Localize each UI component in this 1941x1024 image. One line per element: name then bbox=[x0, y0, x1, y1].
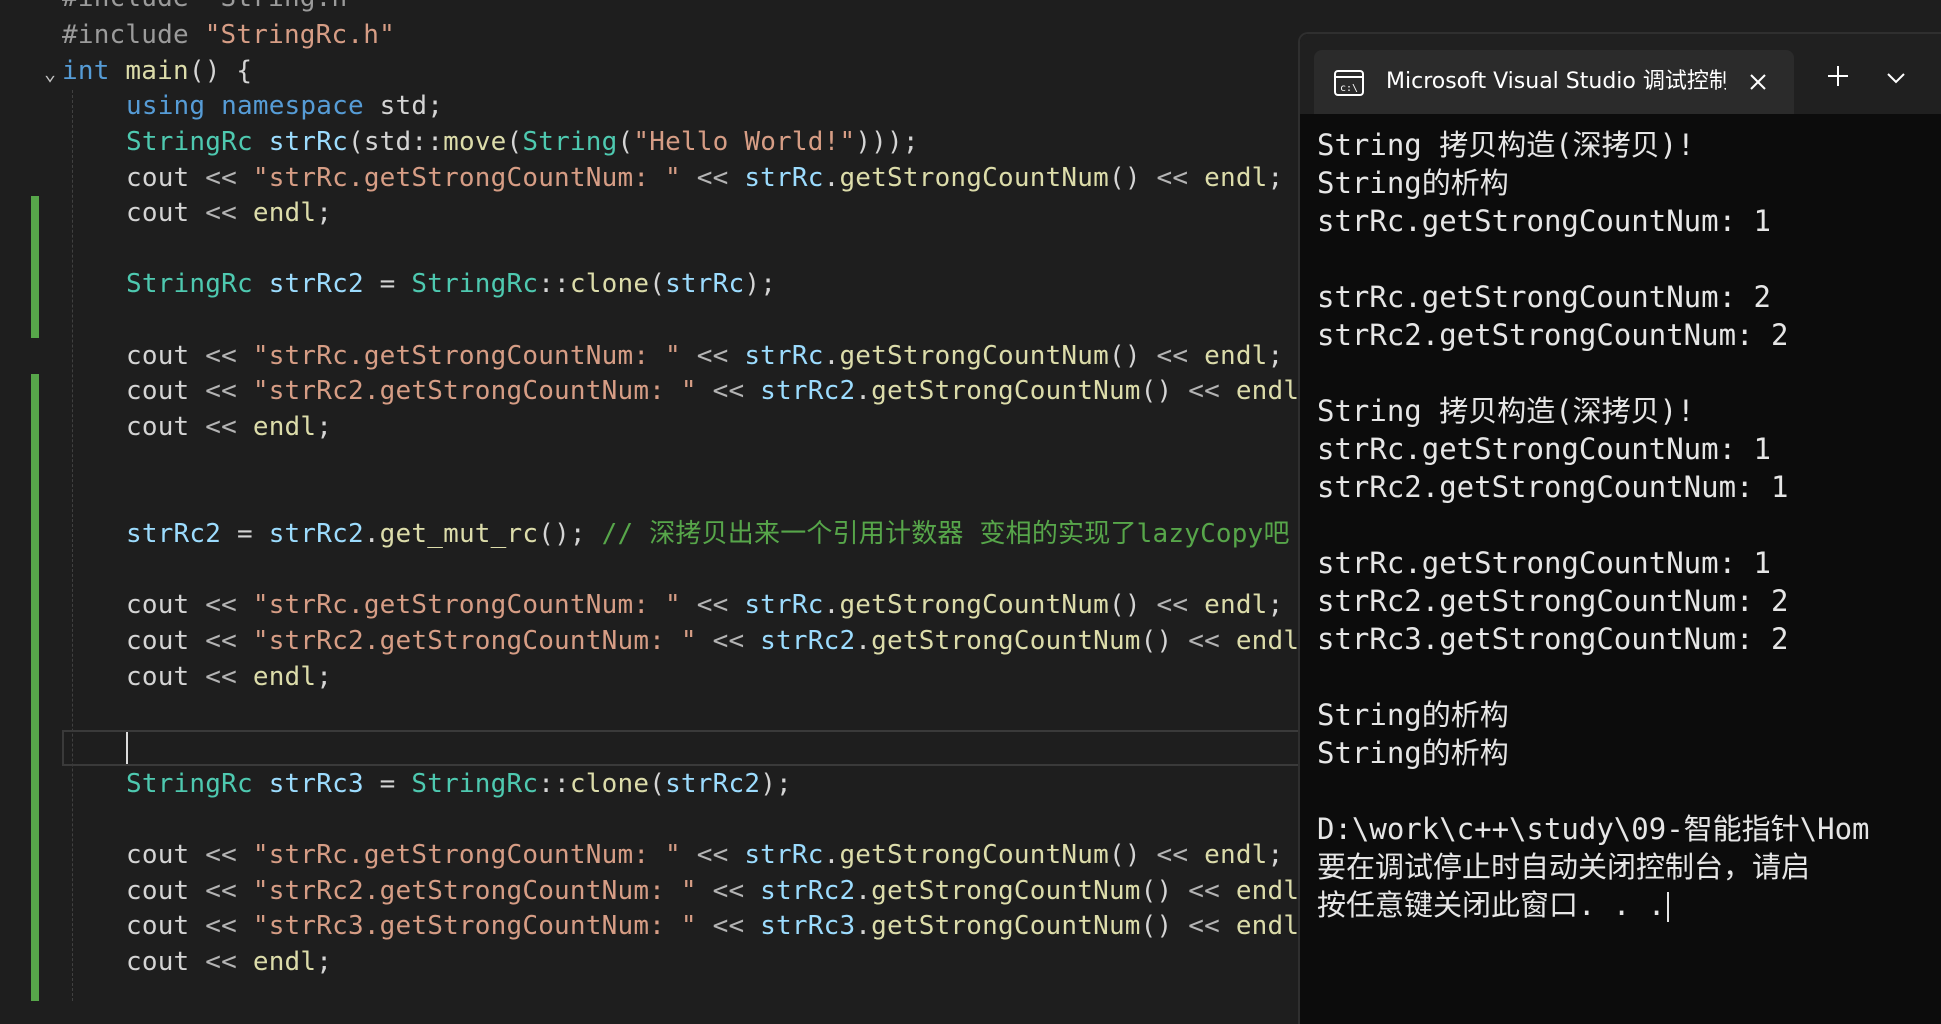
console-titlebar[interactable]: c:\ Microsoft Visual Studio 调试控制台 bbox=[1300, 34, 1941, 114]
console-line: String的析构 bbox=[1317, 696, 1941, 734]
code-line: #include "StringRc.h" bbox=[62, 20, 395, 50]
console-line: String 拷贝构造(深拷贝)! bbox=[1317, 126, 1941, 164]
console-line: strRc3.getStrongCountNum: 2 bbox=[1317, 620, 1941, 658]
console-tab[interactable]: c:\ Microsoft Visual Studio 调试控制台 bbox=[1314, 50, 1794, 114]
console-line-text: strRc.getStrongCountNum: 1 bbox=[1317, 204, 1771, 238]
console-line-text: strRc.getStrongCountNum: 1 bbox=[1317, 546, 1771, 580]
code-line: StringRc strRc(std::move(String("Hello W… bbox=[126, 127, 919, 157]
console-line-text: String 拷贝构造(深拷贝)! bbox=[1317, 394, 1695, 428]
console-line: D:\work\c++\study\09-智能指针\Hom bbox=[1317, 810, 1941, 848]
code-line: cout << endl; bbox=[126, 198, 333, 228]
console-line: strRc2.getStrongCountNum: 1 bbox=[1317, 468, 1941, 506]
console-line: 按任意键关闭此窗口. . . bbox=[1317, 886, 1941, 924]
console-line: String的析构 bbox=[1317, 734, 1941, 772]
change-indicator bbox=[31, 374, 39, 1001]
code-line: cout << "strRc2.getStrongCountNum: " << … bbox=[126, 376, 1315, 406]
code-line: cout << endl; bbox=[126, 947, 333, 977]
code-comment: // 深拷贝出来一个引用计数器 变相的实现了lazyCopy吧 手动的 bbox=[601, 519, 1385, 549]
console-line: String 拷贝构造(深拷贝)! bbox=[1317, 392, 1941, 430]
code-line: cout << "strRc.getStrongCountNum: " << s… bbox=[126, 590, 1284, 620]
console-cursor bbox=[1667, 892, 1670, 922]
console-line: strRc.getStrongCountNum: 1 bbox=[1317, 544, 1941, 582]
console-line-text: strRc2.getStrongCountNum: 2 bbox=[1317, 584, 1789, 618]
code-line: int main() { bbox=[62, 56, 253, 86]
console-tab-title: Microsoft Visual Studio 调试控制台 bbox=[1386, 69, 1726, 94]
console-line-text: strRc2.getStrongCountNum: 2 bbox=[1317, 318, 1789, 352]
code-line: StringRc strRc2 = StringRc::clone(strRc)… bbox=[126, 269, 777, 299]
console-line: strRc2.getStrongCountNum: 2 bbox=[1317, 582, 1941, 620]
console-line-text: String 拷贝构造(深拷贝)! bbox=[1317, 128, 1695, 162]
console-line: strRc2.getStrongCountNum: 2 bbox=[1317, 316, 1941, 354]
code-line: strRc2 = strRc2.get_mut_rc(); // 深拷贝出来一个… bbox=[126, 519, 1385, 549]
console-line-text: String的析构 bbox=[1317, 166, 1509, 200]
fold-chevron-icon[interactable]: ⌄ bbox=[44, 55, 56, 91]
console-line-text: 要在调试停止时自动关闭控制台，请启 bbox=[1317, 850, 1811, 884]
text-caret bbox=[126, 732, 128, 764]
console-line: strRc.getStrongCountNum: 2 bbox=[1317, 278, 1941, 316]
console-line-text: strRc.getStrongCountNum: 1 bbox=[1317, 432, 1771, 466]
code-line: cout << "strRc2.getStrongCountNum: " << … bbox=[126, 626, 1315, 656]
console-line-text: 按任意键关闭此窗口. . . bbox=[1317, 888, 1666, 922]
code-line: cout << endl; bbox=[126, 412, 333, 442]
code-line: cout << "strRc2.getStrongCountNum: " << … bbox=[126, 876, 1315, 906]
code-line: cout << "strRc.getStrongCountNum: " << s… bbox=[126, 163, 1284, 193]
svg-text:c:\: c:\ bbox=[1340, 83, 1358, 94]
console-line-text: strRc2.getStrongCountNum: 1 bbox=[1317, 470, 1789, 504]
plus-icon[interactable] bbox=[1824, 62, 1852, 90]
console-line-text: strRc3.getStrongCountNum: 2 bbox=[1317, 622, 1789, 656]
terminal-icon: c:\ bbox=[1334, 70, 1364, 96]
console-line-text: D:\work\c++\study\09-智能指针\Hom bbox=[1317, 812, 1870, 846]
code-line: cout << "strRc.getStrongCountNum: " << s… bbox=[126, 341, 1284, 371]
code-line: cout << "strRc3.getStrongCountNum: " << … bbox=[126, 911, 1315, 941]
debug-console-window[interactable]: c:\ Microsoft Visual Studio 调试控制台 String… bbox=[1298, 32, 1941, 1024]
indent-guide bbox=[72, 90, 73, 1001]
console-output[interactable]: String 拷贝构造(深拷贝)! String的析构 strRc.getStron… bbox=[1317, 126, 1941, 924]
console-line: 要在调试停止时自动关闭控制台，请启 bbox=[1317, 848, 1941, 886]
code-line: StringRc strRc3 = StringRc::clone(strRc2… bbox=[126, 769, 792, 799]
code-line: cout << "strRc.getStrongCountNum: " << s… bbox=[126, 840, 1284, 870]
console-line-text: String的析构 bbox=[1317, 736, 1509, 770]
chevron-down-icon[interactable] bbox=[1882, 64, 1910, 92]
code-line: using namespace std; bbox=[126, 91, 444, 121]
console-line: String的析构 bbox=[1317, 164, 1941, 202]
console-line: strRc.getStrongCountNum: 1 bbox=[1317, 430, 1941, 468]
change-indicator bbox=[31, 196, 39, 338]
code-line: #include "String.h" bbox=[62, 0, 363, 16]
console-line: strRc.getStrongCountNum: 1 bbox=[1317, 202, 1941, 240]
close-icon[interactable] bbox=[1744, 68, 1772, 96]
console-line-text: strRc.getStrongCountNum: 2 bbox=[1317, 280, 1771, 314]
code-line: cout << endl; bbox=[126, 662, 333, 692]
console-line-text: String的析构 bbox=[1317, 698, 1509, 732]
